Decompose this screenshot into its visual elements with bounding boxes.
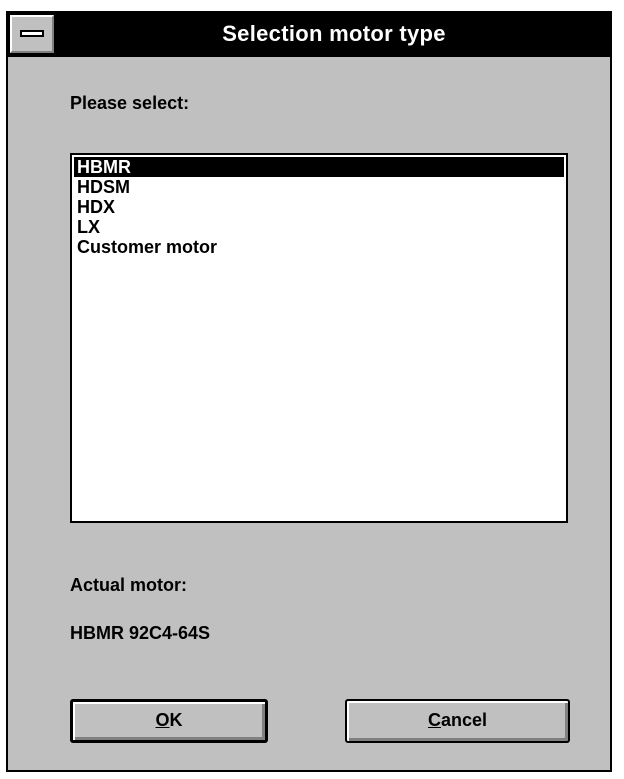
cancel-label-rest: ancel <box>440 710 488 730</box>
list-item[interactable]: HDSM <box>74 177 564 197</box>
system-menu-icon[interactable] <box>10 15 54 53</box>
dialog-title: Selection motor type <box>222 21 446 46</box>
motor-type-listbox[interactable]: HBMR HDSM HDX LX Customer motor <box>70 153 568 523</box>
list-item[interactable]: HDX <box>74 197 564 217</box>
ok-mnemonic: O <box>155 710 170 730</box>
list-item[interactable]: HBMR <box>74 157 564 177</box>
please-select-label: Please select: <box>70 93 190 113</box>
list-item[interactable]: Customer motor <box>74 237 564 257</box>
selection-motor-type-dialog: Selection motor type Please select: HBMR… <box>6 11 612 772</box>
actual-motor-label: Actual motor: <box>70 575 187 595</box>
system-menu-dash <box>20 30 44 37</box>
ok-button[interactable]: OK <box>70 699 268 743</box>
actual-motor-value: HBMR 92C4-64S <box>70 623 211 643</box>
ok-label-rest: K <box>169 710 183 730</box>
cancel-mnemonic: C <box>427 710 441 730</box>
title-bar[interactable]: Selection motor type <box>8 13 610 57</box>
cancel-button[interactable]: Cancel <box>345 699 570 743</box>
list-item[interactable]: LX <box>74 217 564 237</box>
